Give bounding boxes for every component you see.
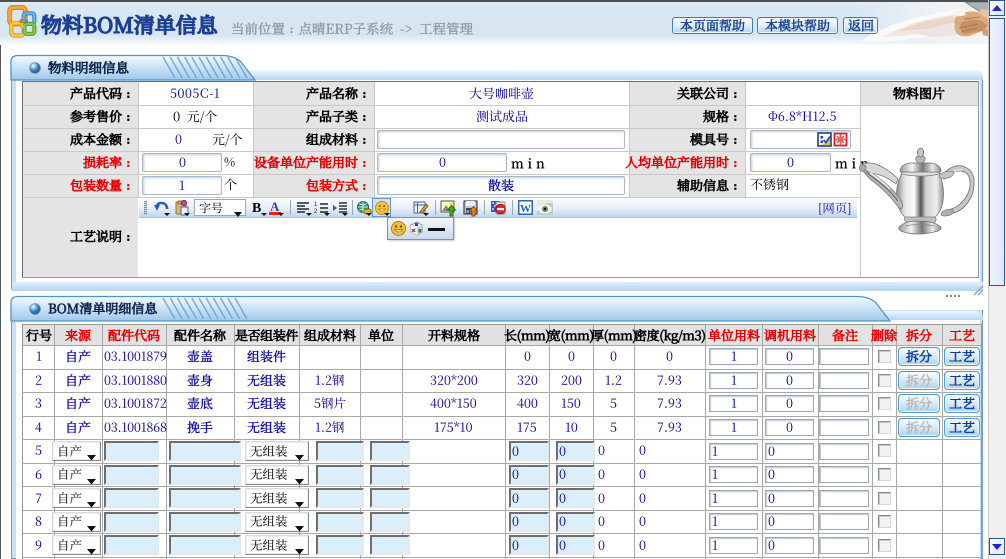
svg-text:A: A <box>270 199 280 214</box>
svg-text:W: W <box>520 203 531 215</box>
svg-text:2: 2 <box>314 209 318 215</box>
svg-text:B: B <box>252 201 261 216</box>
svg-text:1: 1 <box>314 202 318 208</box>
